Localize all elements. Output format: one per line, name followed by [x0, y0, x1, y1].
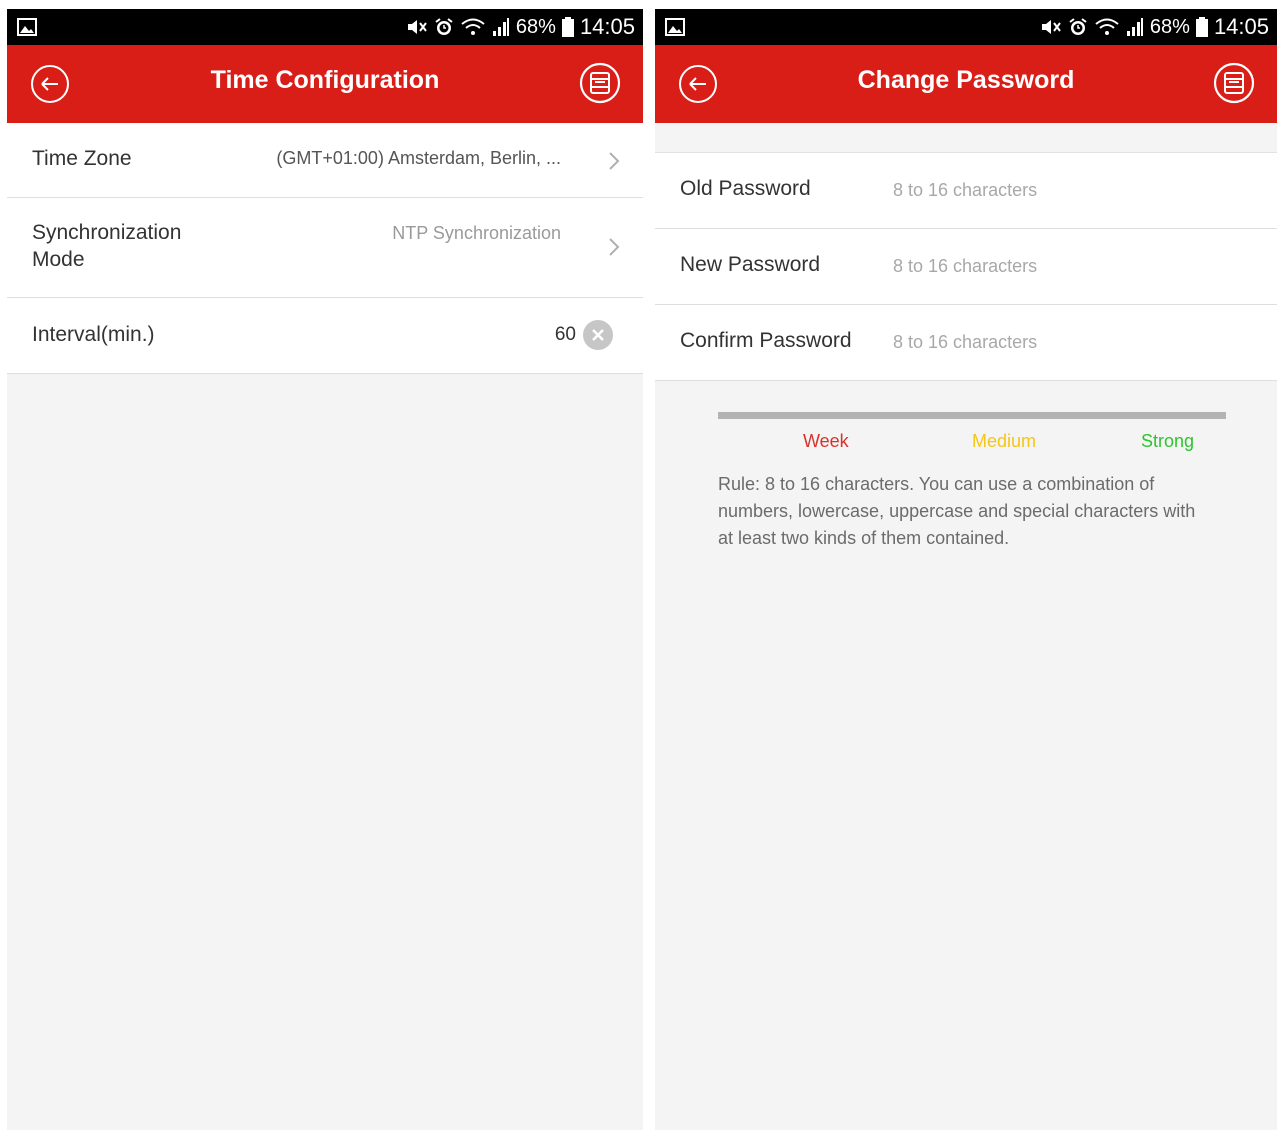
confirm-password-label: Confirm Password	[680, 329, 852, 352]
back-arrow-icon[interactable]	[678, 64, 718, 104]
save-icon[interactable]	[579, 62, 621, 104]
status-bar: 68% 14:05	[655, 9, 1277, 45]
old-password-row: Old Password	[655, 153, 1277, 229]
time-zone-label: Time Zone	[32, 147, 132, 170]
alarm-icon	[1068, 17, 1088, 37]
clear-icon[interactable]	[583, 320, 613, 350]
gallery-icon	[665, 18, 685, 36]
interval-row: Interval(min.) 60	[7, 298, 643, 374]
new-password-row: New Password	[655, 229, 1277, 305]
confirm-password-input[interactable]	[893, 327, 1233, 357]
alarm-icon	[434, 17, 454, 37]
app-bar: Change Password	[655, 45, 1277, 123]
clock: 14:05	[1213, 14, 1269, 39]
interval-input[interactable]: 60	[555, 324, 576, 346]
clock: 14:05	[579, 14, 635, 39]
strength-strong-label: Strong	[1141, 431, 1195, 451]
old-password-input[interactable]	[893, 175, 1233, 205]
synchronization-mode-value: NTP Synchronization	[392, 223, 561, 243]
synchronization-mode-label: Synchronization Mode	[32, 221, 182, 271]
old-password-label: Old Password	[680, 177, 811, 200]
status-bar: 68% 14:05	[7, 9, 643, 45]
page-title: Change Password	[857, 65, 1075, 94]
confirm-password-row: Confirm Password	[655, 305, 1277, 381]
signal-icon	[492, 17, 510, 37]
strength-bar	[718, 412, 1226, 419]
chevron-right-icon	[607, 236, 621, 258]
password-rule-text: Rule: 8 to 16 characters. You can use a …	[718, 474, 1196, 548]
change-password-screen: 68% 14:05 Change Password Old Password N…	[655, 9, 1277, 1130]
new-password-input[interactable]	[893, 251, 1233, 281]
time-zone-value: (GMT+01:00) Amsterdam, Berlin, ...	[276, 148, 561, 168]
wifi-icon	[1094, 17, 1120, 37]
time-configuration-screen: 68% 14:05 Time Configuration Time Zone (…	[7, 9, 643, 1130]
page-title: Time Configuration	[210, 65, 440, 94]
back-arrow-icon[interactable]	[30, 64, 70, 104]
app-bar: Time Configuration	[7, 45, 643, 123]
battery-percent: 68%	[515, 15, 556, 38]
gallery-icon	[17, 18, 37, 36]
strength-week-label: Week	[803, 431, 849, 451]
interval-label: Interval(min.)	[32, 323, 155, 346]
password-strength-meter: Week Medium Strong	[655, 381, 1277, 461]
new-password-label: New Password	[680, 253, 821, 276]
chevron-right-icon	[607, 150, 621, 172]
wifi-icon	[460, 17, 486, 37]
save-icon[interactable]	[1213, 62, 1255, 104]
signal-icon	[1126, 17, 1144, 37]
mute-icon	[406, 17, 428, 37]
time-zone-row[interactable]: Time Zone (GMT+01:00) Amsterdam, Berlin,…	[7, 123, 643, 198]
mute-icon	[1040, 17, 1062, 37]
synchronization-mode-row[interactable]: Synchronization Mode NTP Synchronization	[7, 198, 643, 298]
battery-icon	[561, 17, 574, 37]
section-spacer	[655, 123, 1277, 153]
strength-medium-label: Medium	[972, 431, 1037, 451]
battery-icon	[1195, 17, 1208, 37]
battery-percent: 68%	[1149, 15, 1190, 38]
